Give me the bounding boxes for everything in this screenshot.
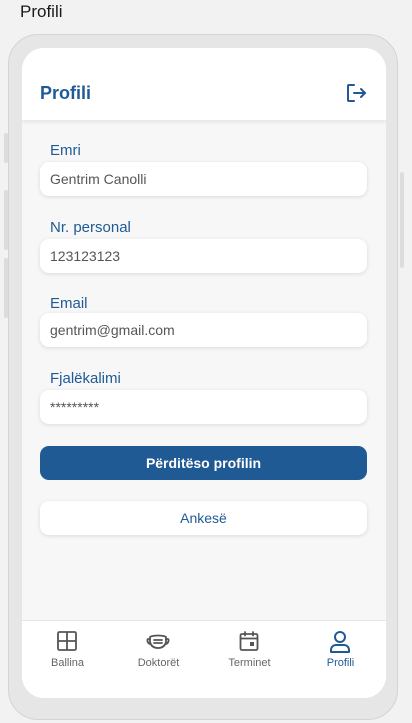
nav-item-profili[interactable]: Profili <box>295 621 386 675</box>
nav-label: Ballina <box>50 657 85 669</box>
home-indicator-area <box>22 674 386 698</box>
password-input[interactable] <box>40 390 367 424</box>
name-field-box <box>40 162 367 196</box>
personal-number-field-box <box>40 239 367 273</box>
logout-button[interactable] <box>344 81 368 105</box>
update-profile-button[interactable]: Përditëso profilin <box>40 446 367 480</box>
complaint-button[interactable]: Ankesë <box>40 501 367 535</box>
phone-side-button <box>400 172 404 268</box>
nav-label: Doktorët <box>137 657 180 669</box>
header-title: Profili <box>40 83 92 103</box>
nav-item-terminet[interactable]: Terminet <box>204 621 295 675</box>
app-header: Profili <box>22 66 386 120</box>
nav-item-doktoret[interactable]: Doktorët <box>113 621 204 675</box>
mask-icon <box>146 634 170 649</box>
phone-side-button <box>4 190 8 250</box>
name-input[interactable] <box>40 162 367 196</box>
email-label: Email <box>50 295 88 312</box>
nav-label: Terminet <box>228 657 271 669</box>
grid-icon <box>57 631 77 651</box>
calendar-icon <box>239 631 259 651</box>
personal-number-input[interactable] <box>40 239 367 273</box>
bottom-nav: Ballina Doktorët Terminet Profili <box>22 620 386 675</box>
phone-side-button <box>4 258 8 318</box>
nav-label: Profili <box>326 657 355 669</box>
logout-icon <box>347 84 366 102</box>
personal-number-label: Nr. personal <box>50 219 131 236</box>
user-icon <box>330 631 350 653</box>
password-field-box <box>40 390 367 424</box>
name-label: Emri <box>50 142 81 159</box>
password-label: Fjalëkalimi <box>50 370 121 387</box>
nav-item-ballina[interactable]: Ballina <box>22 621 113 675</box>
phone-side-button <box>4 133 8 163</box>
email-field-box <box>40 313 367 347</box>
page-label: Profili <box>20 2 63 21</box>
status-strip <box>22 48 386 66</box>
email-input[interactable] <box>40 313 367 347</box>
phone-screen: Profili Emri Nr. personal Email Fjalëkal… <box>22 48 386 698</box>
